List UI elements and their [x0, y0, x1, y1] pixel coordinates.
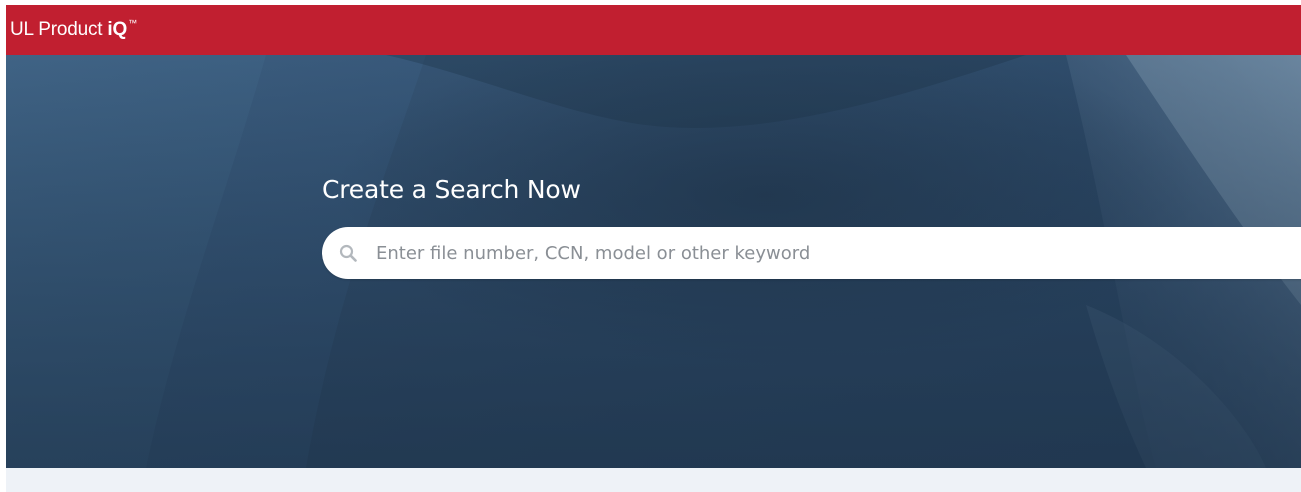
page: UL Product iQ™ Create a Search Now Enter…: [0, 0, 1301, 492]
content-area: [6, 468, 1301, 492]
top-header-bar: UL Product iQ™: [6, 5, 1301, 55]
search-box[interactable]: [322, 227, 1301, 279]
trademark-symbol: ™: [128, 18, 137, 28]
hero-title: Create a Search Now: [322, 175, 581, 204]
brand-text: UL Product: [10, 19, 108, 40]
search-input[interactable]: [374, 232, 1278, 274]
hero-banner: Create a Search Now: [6, 55, 1301, 468]
search-panel: Create a Search Now: [322, 175, 1301, 279]
brand-logo[interactable]: UL Product iQ™: [10, 18, 137, 41]
brand-iq: iQ: [107, 19, 128, 40]
search-icon: [338, 243, 358, 263]
